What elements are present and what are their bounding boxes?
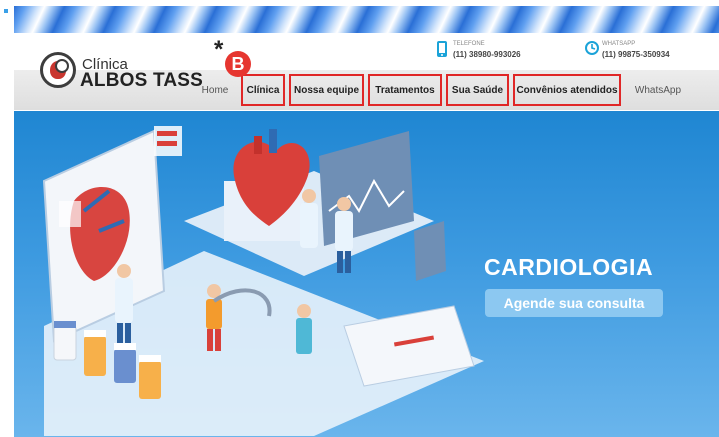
clinic-logo-icon[interactable] — [40, 52, 76, 88]
nav-convenios-atendidos[interactable]: Convênios atendidos — [513, 74, 621, 106]
side-panel — [414, 221, 446, 281]
nav-tratamentos[interactable]: Tratamentos — [368, 74, 442, 106]
nav-sua-saude[interactable]: Sua Saúde — [446, 74, 509, 106]
nav-whatsapp[interactable]: WhatsApp — [627, 74, 689, 106]
hero-title: CARDIOLOGIA — [484, 254, 654, 280]
nav-nossa-equipe[interactable]: Nossa equipe — [289, 74, 364, 106]
clock-icon — [585, 41, 599, 55]
nav-home[interactable]: Home — [196, 74, 234, 106]
whatsapp-number[interactable]: (11) 99875-350934 — [602, 50, 670, 59]
book-appointment-button[interactable]: Agende sua consulta — [485, 289, 663, 317]
nav-clinica[interactable]: Clínica — [241, 74, 285, 106]
nurse-figure — [296, 304, 312, 354]
phone-icon — [437, 41, 447, 57]
annotation-badge: B — [225, 51, 251, 77]
whatsapp-label: WHATSAPP — [602, 41, 636, 47]
phone-number[interactable]: (11) 38980-993026 — [453, 50, 521, 59]
doctor-figure-2 — [300, 189, 318, 248]
brand-name[interactable]: ALBOS TASS — [80, 70, 203, 92]
annotation-asterisk: * — [214, 36, 224, 63]
corner-marker — [4, 9, 8, 13]
phone-label: TELEFONE — [453, 41, 485, 47]
decorative-stripe-banner — [14, 6, 719, 33]
logo-figure-head — [55, 59, 69, 73]
